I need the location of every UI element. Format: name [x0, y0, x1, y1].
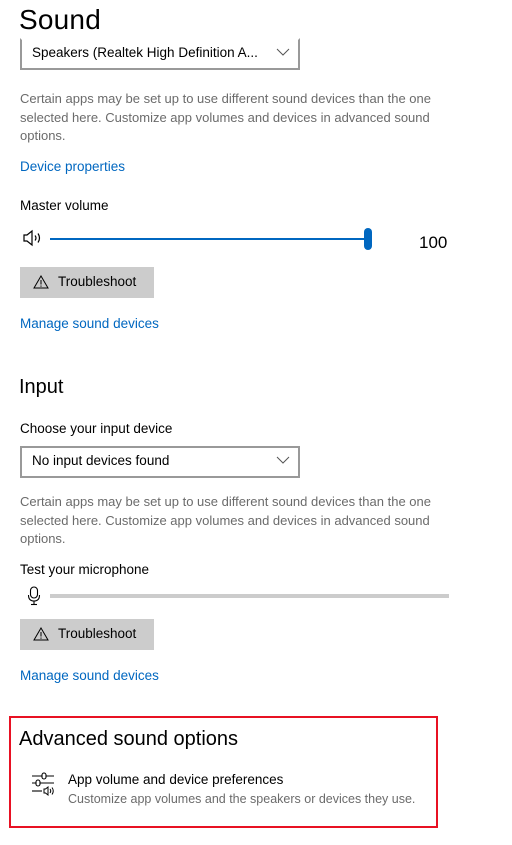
input-description: Certain apps may be set up to use differ… [20, 494, 431, 546]
speaker-icon[interactable] [22, 229, 46, 247]
master-volume-slider[interactable] [50, 228, 372, 250]
output-device-select[interactable]: Speakers (Realtek High Definition A... [20, 38, 300, 70]
troubleshoot-label: Troubleshoot [58, 274, 137, 289]
output-manage-devices-link[interactable]: Manage sound devices [20, 316, 159, 331]
warning-icon [33, 627, 49, 641]
choose-input-label: Choose your input device [20, 421, 173, 436]
app-volume-preferences-subtitle: Customize app volumes and the speakers o… [68, 792, 416, 806]
output-description: Certain apps may be set up to use differ… [20, 91, 431, 143]
test-microphone-label: Test your microphone [20, 562, 150, 577]
input-troubleshoot-button[interactable]: Troubleshoot [20, 619, 154, 650]
master-volume-value: 100 [419, 233, 448, 252]
app-volume-preferences-title: App volume and device preferences [68, 772, 284, 787]
warning-icon [33, 275, 49, 289]
chevron-down-icon [276, 48, 290, 56]
troubleshoot-label: Troubleshoot [58, 626, 137, 641]
mixer-icon [32, 772, 54, 797]
app-volume-preferences-item[interactable]: App volume and device preferences Custom… [28, 768, 428, 808]
microphone-level-meter [50, 594, 449, 598]
volume-track-fill [50, 238, 368, 240]
input-device-select[interactable]: No input devices found [20, 446, 300, 478]
page-title: Sound [19, 4, 101, 35]
volume-thumb[interactable] [364, 228, 372, 250]
input-section-title: Input [19, 376, 64, 398]
output-device-value: Speakers (Realtek High Definition A... [32, 45, 258, 60]
chevron-down-icon [276, 456, 290, 464]
input-manage-devices-link[interactable]: Manage sound devices [20, 668, 159, 683]
advanced-section-title: Advanced sound options [19, 728, 239, 750]
master-volume-label: Master volume [20, 198, 109, 213]
device-properties-link[interactable]: Device properties [20, 159, 125, 174]
microphone-icon [27, 586, 41, 606]
output-troubleshoot-button[interactable]: Troubleshoot [20, 267, 154, 298]
input-device-value: No input devices found [32, 453, 170, 468]
